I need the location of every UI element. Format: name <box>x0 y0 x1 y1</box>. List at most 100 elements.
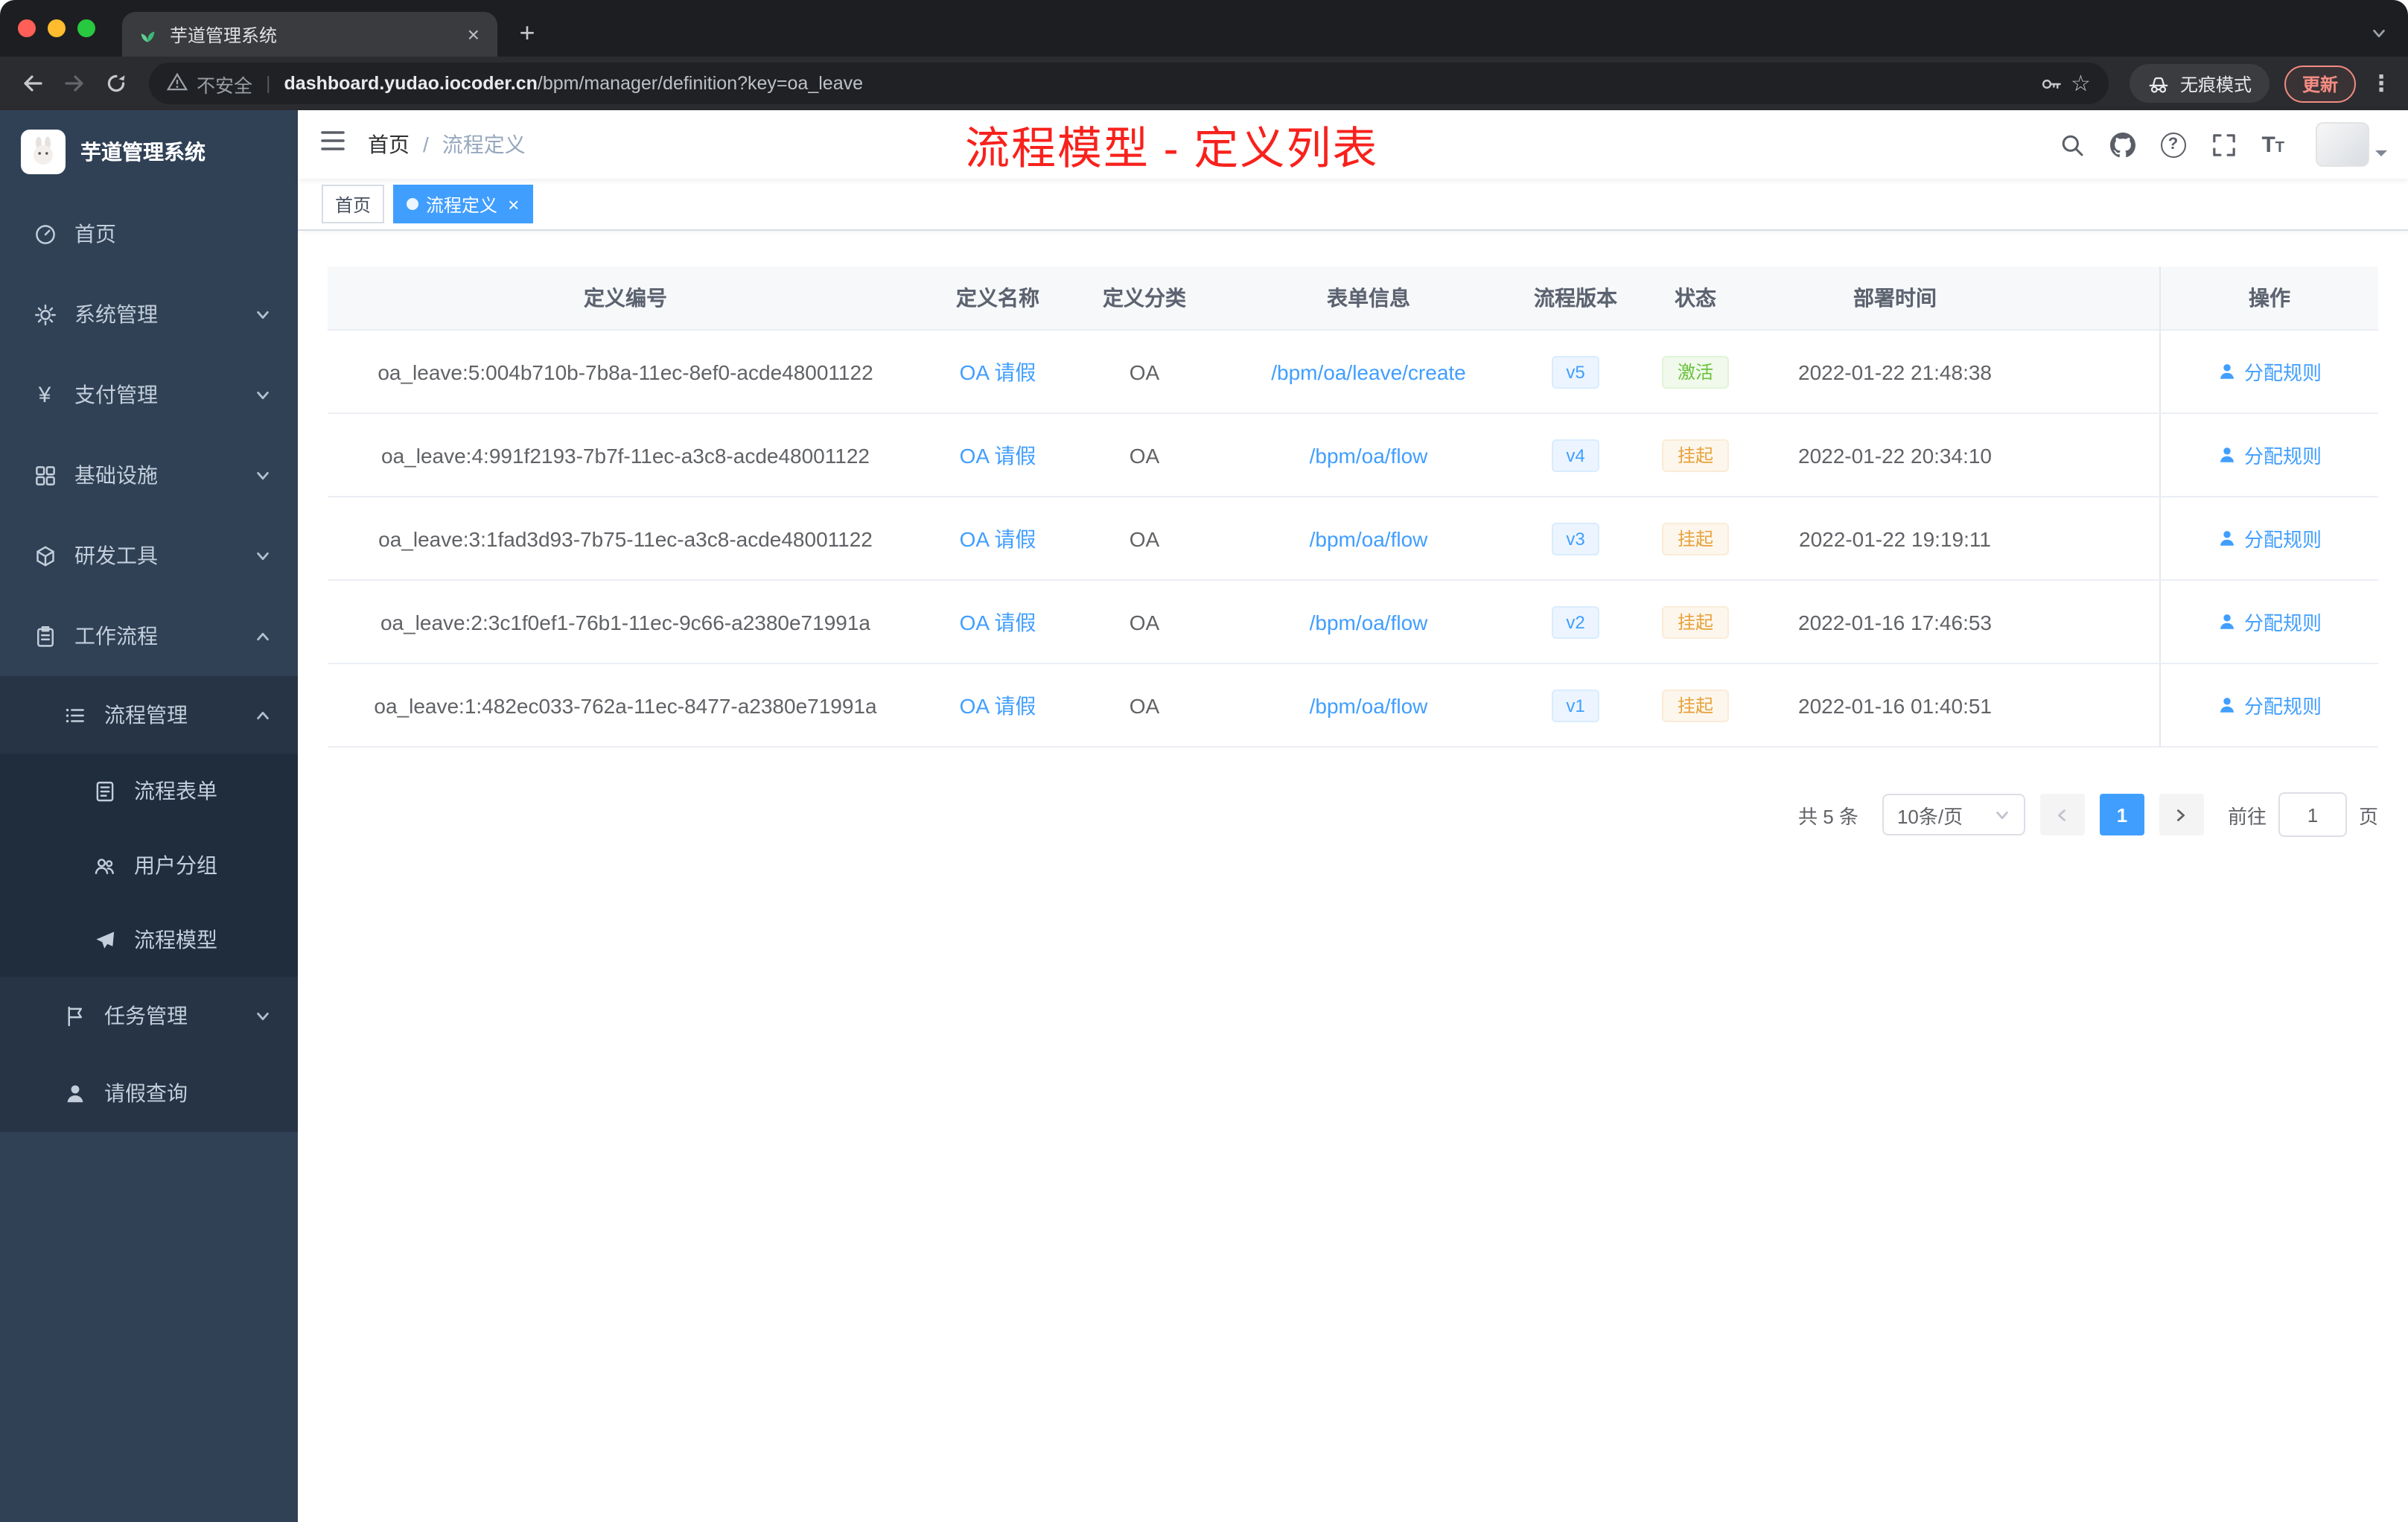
gear-icon <box>33 302 57 326</box>
sidebar-item-workflow[interactable]: 工作流程 <box>0 596 298 676</box>
sidebar-item-home[interactable]: 首页 <box>0 194 298 274</box>
version-badge: v3 <box>1551 522 1600 555</box>
fullscreen-icon[interactable] <box>2211 132 2236 157</box>
page-size-select[interactable]: 10条/页 <box>1882 794 2025 835</box>
forward-icon[interactable] <box>54 63 95 104</box>
sidebar-item-devtools[interactable]: 研发工具 <box>0 515 298 596</box>
col-header-filler <box>2030 267 2159 329</box>
prev-page-button[interactable] <box>2039 794 2085 835</box>
table-row: oa_leave:4:991f2193-7b7f-11ec-a3c8-acde4… <box>328 414 2378 497</box>
sidebar-item-payment[interactable]: ¥ 支付管理 <box>0 354 298 435</box>
assign-rule-link[interactable]: 分配规则 <box>2217 441 2322 469</box>
definition-name-link[interactable]: OA 请假 <box>960 690 1036 720</box>
chevron-down-icon <box>255 547 271 564</box>
table-header: 定义编号 定义名称 定义分类 表单信息 流程版本 状态 部署时间 操作 <box>328 267 2378 331</box>
browser-tab[interactable]: 芋道管理系统 × <box>122 12 497 57</box>
col-header-status: 状态 <box>1675 286 1716 310</box>
dashboard-icon <box>33 222 57 246</box>
avatar[interactable] <box>2316 122 2369 167</box>
chevron-right-icon <box>2177 809 2185 821</box>
definition-table: 定义编号 定义名称 定义分类 表单信息 流程版本 状态 部署时间 操作 oa_l… <box>328 267 2378 748</box>
screen: 芋道管理系统 × + 不安全 | dashboard.yudao.iocoder… <box>0 0 2408 1522</box>
tag-close-icon[interactable]: × <box>508 194 519 214</box>
chevron-left-icon <box>2058 809 2066 821</box>
sidebar-item-user-group[interactable]: 用户分组 <box>0 828 298 902</box>
form-info-link[interactable]: /bpm/oa/leave/create <box>1271 360 1466 383</box>
status-badge: 激活 <box>1662 355 1728 388</box>
search-icon[interactable] <box>2059 132 2084 157</box>
users-icon <box>92 853 116 877</box>
next-page-button[interactable] <box>2159 794 2204 835</box>
sidebar-item-infrastructure[interactable]: 基础设施 <box>0 435 298 515</box>
form-info-link[interactable]: /bpm/oa/flow <box>1310 693 1428 717</box>
incognito-badge: 无痕模式 <box>2129 64 2270 103</box>
assign-rule-link[interactable]: 分配规则 <box>2217 691 2322 719</box>
deploy-time: 2022-01-22 19:19:11 <box>1799 526 1991 550</box>
tag-process-definition[interactable]: 流程定义 × <box>393 185 533 223</box>
bookmark-star-icon[interactable]: ☆ <box>2071 72 2091 95</box>
reload-icon[interactable] <box>95 63 137 104</box>
document-icon <box>92 779 116 803</box>
incognito-label: 无痕模式 <box>2179 74 2252 95</box>
assign-rule-link[interactable]: 分配规则 <box>2217 608 2322 636</box>
password-key-icon[interactable] <box>2039 72 2062 95</box>
form-info-link[interactable]: /bpm/oa/flow <box>1310 443 1428 467</box>
deploy-time: 2022-01-22 21:48:38 <box>1798 360 1992 383</box>
tab-close-icon[interactable]: × <box>465 24 482 45</box>
new-tab-button[interactable]: + <box>506 12 548 54</box>
definition-category: OA <box>1129 360 1160 383</box>
sidebar-item-process-form[interactable]: 流程表单 <box>0 754 298 828</box>
paper-plane-icon <box>92 928 116 952</box>
address-bar[interactable]: 不安全 | dashboard.yudao.iocoder.cn/bpm/man… <box>149 63 2109 104</box>
tag-home[interactable]: 首页 <box>322 185 385 223</box>
window-controls <box>0 0 113 57</box>
avatar-caret-icon <box>2375 150 2387 162</box>
definition-name-link[interactable]: OA 请假 <box>960 607 1036 637</box>
page-number-button[interactable]: 1 <box>2099 794 2144 835</box>
definition-name-link[interactable]: OA 请假 <box>960 440 1036 470</box>
back-icon[interactable] <box>12 63 54 104</box>
table-body: oa_leave:5:004b710b-7b8a-11ec-8ef0-acde4… <box>328 331 2378 748</box>
security-label[interactable]: 不安全 <box>197 69 252 98</box>
browser-update-button[interactable]: 更新 <box>2284 65 2356 102</box>
breadcrumb-current: 流程定义 <box>442 133 526 156</box>
hamburger-icon[interactable] <box>319 127 347 162</box>
goto-page-input[interactable] <box>2278 792 2347 837</box>
form-info-link[interactable]: /bpm/oa/flow <box>1310 610 1428 634</box>
sidebar-item-process-model[interactable]: 流程模型 <box>0 902 298 977</box>
font-size-icon[interactable]: TT <box>2261 133 2284 156</box>
row-filler <box>2030 331 2159 413</box>
help-icon[interactable]: ? <box>2160 132 2186 157</box>
browser-toolbar: 不安全 | dashboard.yudao.iocoder.cn/bpm/man… <box>0 57 2408 110</box>
window-close-button[interactable] <box>18 19 36 37</box>
sidebar-item-task-management[interactable]: 任务管理 <box>0 977 298 1054</box>
table-row: oa_leave:3:1fad3d93-7b75-11ec-a3c8-acde4… <box>328 497 2378 581</box>
sidebar-item-process-management[interactable]: 流程管理 <box>0 676 298 754</box>
definition-name-link[interactable]: OA 请假 <box>960 357 1036 386</box>
col-header-category: 定义分类 <box>1103 286 1186 310</box>
window-minimize-button[interactable] <box>48 19 66 37</box>
breadcrumb-home-link[interactable]: 首页 <box>368 130 410 159</box>
form-info-link[interactable]: /bpm/oa/flow <box>1310 526 1428 550</box>
omnibox-separator: | <box>266 73 271 94</box>
table-row: oa_leave:1:482ec033-762a-11ec-8477-a2380… <box>328 664 2378 748</box>
browser-menu-icon[interactable]: ⋮ <box>2366 70 2396 97</box>
status-badge: 挂起 <box>1662 522 1728 555</box>
user-avatar-menu[interactable] <box>2316 122 2387 167</box>
workflow-submenu: 流程管理 流程表单 用户分组 流程模型 任务管理 请假查询 <box>0 676 298 1132</box>
assign-rule-link[interactable]: 分配规则 <box>2217 357 2322 386</box>
version-badge: v5 <box>1551 355 1600 388</box>
version-badge: v2 <box>1551 605 1600 638</box>
sidebar-item-leave-query[interactable]: 请假查询 <box>0 1054 298 1132</box>
chevron-down-icon <box>255 306 271 322</box>
yen-icon: ¥ <box>38 382 51 407</box>
window-zoom-button[interactable] <box>77 19 95 37</box>
github-icon[interactable] <box>2109 132 2135 157</box>
breadcrumb: 首页 / 流程定义 <box>368 130 526 159</box>
user-icon <box>2220 448 2235 462</box>
definition-name-link[interactable]: OA 请假 <box>960 523 1036 553</box>
cube-icon <box>33 544 57 567</box>
assign-rule-link[interactable]: 分配规则 <box>2217 524 2322 553</box>
sidebar-item-system[interactable]: 系统管理 <box>0 274 298 354</box>
tab-search-chevron-icon[interactable] <box>2371 25 2387 42</box>
